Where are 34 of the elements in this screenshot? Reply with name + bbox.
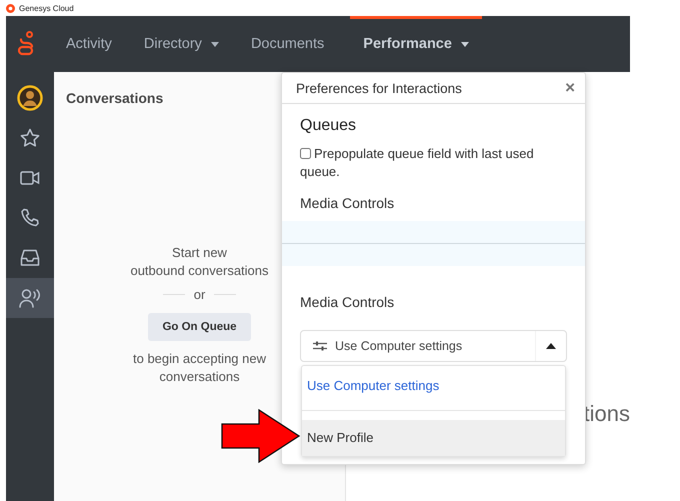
go-on-queue-button[interactable]: Go On Queue — [148, 313, 251, 341]
section-heading: Media Controls — [300, 294, 396, 310]
separator-text: or — [194, 287, 206, 302]
section-heading: Media Controls — [300, 195, 396, 211]
empty-state-text: outbound conversations — [130, 262, 269, 280]
phone-icon[interactable] — [20, 208, 40, 228]
sliders-icon — [313, 341, 327, 351]
panel-title: Conversations — [66, 90, 164, 106]
dropdown-option[interactable]: Use Computer settings — [302, 366, 565, 410]
dialog-title: Preferences for Interactions — [296, 80, 462, 96]
arrow-icon — [221, 409, 300, 463]
video-camera-icon[interactable] — [20, 170, 40, 186]
nav-tab[interactable]: Directory — [138, 16, 235, 72]
person-speaking-icon[interactable] — [19, 288, 41, 308]
avatar[interactable] — [17, 85, 43, 111]
caret-icon — [460, 42, 469, 46]
caret-icon — [210, 42, 219, 46]
dropdown-option[interactable]: New Profile — [302, 420, 565, 456]
empty-state-text: Start new — [172, 244, 227, 262]
caret-icon — [546, 343, 556, 349]
inbox-icon[interactable] — [20, 249, 40, 267]
nav-tab[interactable]: Activity — [60, 16, 128, 72]
nav-tab[interactable]: Performance — [350, 16, 482, 72]
nav-tab[interactable]: Documents — [244, 16, 340, 72]
logo-icon[interactable] — [18, 31, 34, 57]
close-button[interactable]: × — [565, 78, 575, 98]
checkbox[interactable] — [300, 148, 311, 159]
window-title: Genesys Cloud — [19, 4, 74, 12]
checkbox-label[interactable]: Prepopulate queue field with last used queue. — [300, 145, 567, 181]
star-icon[interactable] — [20, 128, 40, 148]
empty-state-text: to begin accepting new conversations — [132, 350, 267, 386]
profile-select[interactable]: Use Computer settings — [300, 330, 567, 362]
app-logo-icon — [6, 4, 15, 12]
section-heading: Queues — [300, 117, 358, 135]
